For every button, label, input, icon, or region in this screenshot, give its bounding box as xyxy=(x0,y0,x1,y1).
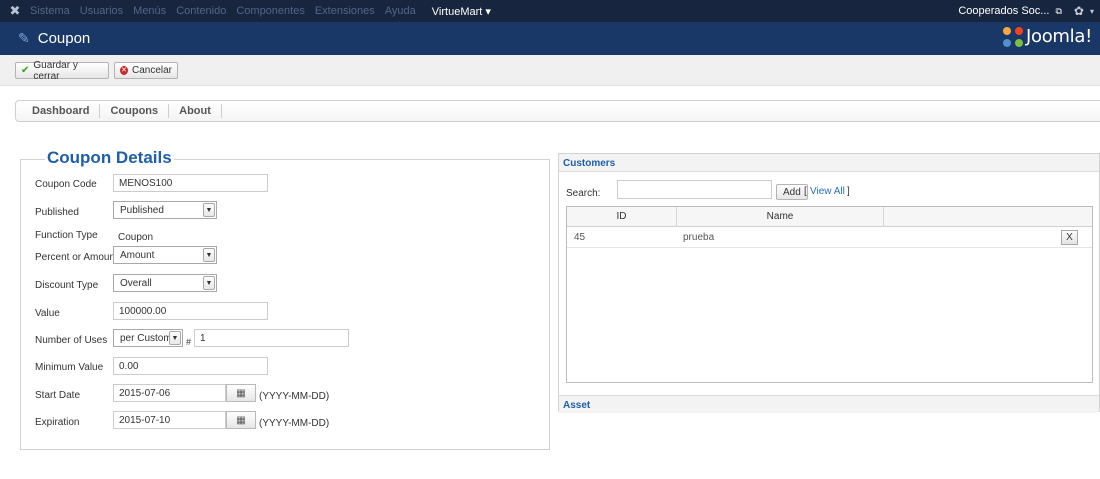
edit-icon: ✎ xyxy=(18,30,30,46)
site-user-link[interactable]: Cooperados Soc... xyxy=(958,5,1049,17)
published-select-value: Published xyxy=(120,204,164,216)
menu-sistema[interactable]: Sistema xyxy=(30,5,70,17)
function-type-label: Function Type xyxy=(35,230,98,241)
cancel-label: Cancelar xyxy=(131,65,172,76)
customers-panel: Customers Search: Add [ View All ] ID Na… xyxy=(558,153,1100,413)
tab-coupons[interactable]: Coupons xyxy=(110,105,158,117)
page-title: Coupon xyxy=(37,30,91,47)
discount-type-select-value: Overall xyxy=(120,277,152,289)
chevron-down-icon: ▼ xyxy=(169,331,181,345)
menu-extensiones[interactable]: Extensiones xyxy=(315,5,375,17)
published-select[interactable]: Published ▼ xyxy=(113,201,217,219)
admin-menu-bar: ✖ Sistema Usuarios Menús Contenido Compo… xyxy=(0,0,1100,22)
user-menu: Cooperados Soc... ⧉ ✿ ▾ xyxy=(958,0,1100,22)
chevron-down-icon: ▼ xyxy=(203,203,215,217)
joomla-logo-mark-icon xyxy=(1002,26,1023,47)
tab-separator xyxy=(99,104,101,118)
discount-type-label: Discount Type xyxy=(35,280,99,291)
menu-menus[interactable]: Menús xyxy=(133,5,166,17)
tab-about[interactable]: About xyxy=(179,105,211,117)
percent-amount-select-value: Amount xyxy=(120,249,155,261)
save-close-button[interactable]: ✔ Guardar y cerrar xyxy=(15,59,109,82)
joomla-logo: Joomla! xyxy=(1002,26,1092,47)
coupon-code-label: Coupon Code xyxy=(35,179,97,190)
menu-usuarios[interactable]: Usuarios xyxy=(80,5,123,17)
chevron-down-icon: ▼ xyxy=(203,248,215,262)
customers-header-title: Customers xyxy=(563,158,616,169)
menu-contenido[interactable]: Contenido xyxy=(176,5,226,17)
chevron-down-icon: ▼ xyxy=(203,276,215,290)
tab-separator xyxy=(220,104,222,118)
start-date-format: (YYYY-MM-DD) xyxy=(259,391,330,402)
uses-type-select-value: per Custom xyxy=(120,332,172,344)
menu-virtuemart[interactable]: VirtueMart ▾ xyxy=(432,5,491,18)
menu-componentes[interactable]: Componentes xyxy=(236,5,305,17)
add-customer-label: Add xyxy=(783,186,801,198)
start-date-label: Start Date xyxy=(35,390,81,401)
cancel-button[interactable]: ✕ Cancelar xyxy=(114,62,178,79)
customer-search-input[interactable] xyxy=(617,180,772,199)
uses-hash: # xyxy=(186,337,192,347)
column-header-actions xyxy=(884,207,1092,227)
expiration-calendar-button[interactable]: ▦ xyxy=(226,411,256,429)
uses-count-input[interactable] xyxy=(194,329,349,347)
view-all-bracket-open: [ xyxy=(804,186,807,197)
tab-dashboard[interactable]: Dashboard xyxy=(32,105,89,117)
coupon-code-input[interactable] xyxy=(113,174,268,192)
asset-header-title: Asset xyxy=(563,400,591,411)
grid-header: ID Name xyxy=(567,207,1092,227)
expiration-format: (YYYY-MM-DD) xyxy=(259,418,330,429)
discount-type-select[interactable]: Overall ▼ xyxy=(113,274,217,292)
admin-menu: Sistema Usuarios Menús Contenido Compone… xyxy=(30,0,501,22)
external-link-icon[interactable]: ⧉ xyxy=(1055,6,1061,17)
cancel-icon: ✕ xyxy=(120,66,128,75)
page-header: ✎ Coupon Joomla! xyxy=(0,22,1100,55)
start-date-calendar-button[interactable]: ▦ xyxy=(226,384,256,402)
expiration-input[interactable] xyxy=(113,411,226,429)
checkmark-icon: ✔ xyxy=(21,65,30,76)
uses-type-select[interactable]: per Custom ▼ xyxy=(113,329,183,347)
save-close-label: Guardar y cerrar xyxy=(33,59,78,82)
row-id: 45 xyxy=(574,232,586,243)
submenu-tabs: Dashboard Coupons About xyxy=(15,100,1100,122)
coupon-details-fieldset xyxy=(20,159,550,450)
expiration-label: Expiration xyxy=(35,417,80,428)
table-row[interactable]: 45 prueba X xyxy=(567,228,1092,248)
asset-header[interactable]: Asset xyxy=(559,395,1099,413)
menu-ayuda[interactable]: Ayuda xyxy=(385,5,416,17)
uses-label: Number of Uses xyxy=(35,335,108,346)
value-input[interactable] xyxy=(113,302,268,320)
customers-header[interactable]: Customers xyxy=(559,154,1099,172)
column-header-id[interactable]: ID xyxy=(567,207,677,227)
joomla-logo-text: Joomla! xyxy=(1025,26,1092,47)
min-value-label: Minimum Value xyxy=(35,362,104,373)
tab-separator xyxy=(168,104,170,118)
calendar-icon: ▦ xyxy=(236,414,246,426)
calendar-icon: ▦ xyxy=(236,387,246,399)
start-date-input[interactable] xyxy=(113,384,226,402)
gear-icon[interactable]: ✿ xyxy=(1074,4,1084,18)
view-all-link[interactable]: View All xyxy=(810,186,845,197)
chevron-down-icon[interactable]: ▾ xyxy=(1090,7,1094,16)
function-type-value: Coupon xyxy=(118,232,154,243)
customers-grid: ID Name 45 prueba X xyxy=(566,206,1093,383)
percent-amount-label: Percent or Amount xyxy=(35,252,118,263)
toolbar: ✔ Guardar y cerrar ✕ Cancelar xyxy=(0,55,1100,86)
joomla-icon[interactable]: ✖ xyxy=(0,3,30,19)
column-header-name[interactable]: Name xyxy=(677,207,884,227)
row-name: prueba xyxy=(683,232,715,243)
percent-amount-select[interactable]: Amount ▼ xyxy=(113,246,217,264)
value-label: Value xyxy=(35,308,60,319)
search-label: Search: xyxy=(566,188,601,199)
remove-customer-button[interactable]: X xyxy=(1061,230,1078,245)
view-all-bracket-close: ] xyxy=(847,186,850,197)
min-value-input[interactable] xyxy=(113,357,268,375)
coupon-details-legend: Coupon Details xyxy=(45,148,174,168)
published-label: Published xyxy=(35,207,79,218)
